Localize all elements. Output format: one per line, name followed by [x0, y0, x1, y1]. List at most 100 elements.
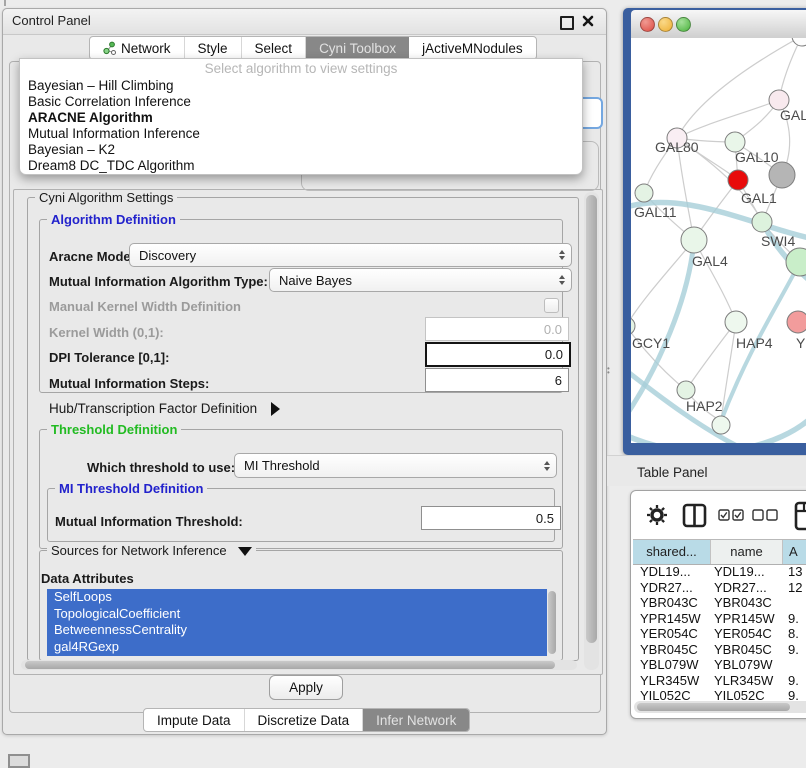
tab-jactivemnodules[interactable]: jActiveMNodules: [409, 37, 536, 59]
table-row[interactable]: YLR345WYLR345W9.: [633, 673, 806, 689]
table-hscroll-thumb[interactable]: [637, 703, 790, 711]
node-hap4[interactable]: [725, 311, 747, 333]
kernel-width-label: Kernel Width (0,1):: [49, 325, 164, 340]
node-bottom-partial[interactable]: [712, 416, 730, 434]
tab-select[interactable]: Select: [242, 37, 307, 59]
aracne-mode-combo[interactable]: Discovery: [129, 243, 572, 267]
node-swi4[interactable]: [752, 212, 772, 232]
combo-stepper-icon: [544, 454, 550, 477]
control-panel-tabbar: Network Style Select Cyni Toolbox jActiv…: [89, 36, 537, 60]
algorithm-definition-title: Algorithm Definition: [47, 212, 180, 227]
attribute-item[interactable]: TopologicalCoefficient: [47, 606, 547, 623]
manual-kernel-checkbox[interactable]: [544, 298, 559, 313]
table-row[interactable]: YBL079WYBL079W: [633, 657, 806, 673]
table-settings-gear-icon[interactable]: [646, 504, 668, 529]
mi-type-label: Mutual Information Algorithm Type:: [49, 274, 268, 289]
float-window-icon[interactable]: [560, 16, 574, 30]
deselect-all-checkboxes-icon[interactable]: [752, 509, 778, 525]
tab-discretize-label: Discretize Data: [258, 713, 350, 728]
bottom-tabbar: Impute Data Discretize Data Infer Networ…: [143, 708, 470, 732]
table-mode-icon-partial[interactable]: [794, 501, 806, 534]
mi-steps-field[interactable]: 6: [425, 368, 569, 392]
mi-type-combo[interactable]: Naive Bayes: [269, 268, 572, 292]
tab-style[interactable]: Style: [185, 37, 242, 59]
table-row[interactable]: YDR27...YDR27...12: [633, 580, 806, 596]
close-window-icon[interactable]: [582, 15, 594, 27]
node-gal11[interactable]: [635, 184, 653, 202]
table-panel-titlebar[interactable]: Table Panel: [607, 455, 806, 486]
select-all-checkboxes-icon[interactable]: [718, 509, 744, 525]
hub-definition-label: Hub/Transcription Factor Definition: [49, 401, 257, 416]
split-columns-icon[interactable]: [682, 503, 707, 531]
column-header-name[interactable]: name: [711, 540, 783, 564]
column-header-partial[interactable]: A: [783, 540, 806, 564]
node-salmon[interactable]: [787, 311, 806, 333]
mi-threshold-label: Mutual Information Threshold:: [55, 514, 243, 529]
node-gal1-red[interactable]: [728, 170, 748, 190]
column-header-shared-name[interactable]: shared...: [633, 540, 711, 564]
control-panel-titlebar[interactable]: Control Panel: [3, 9, 606, 35]
dropdown-item[interactable]: Dream8 DC_TDC Algorithm: [20, 158, 582, 174]
which-threshold-combo[interactable]: MI Threshold: [234, 453, 557, 478]
aracne-mode-label: Aracne Mode:: [49, 249, 135, 264]
table-row[interactable]: YBR045CYBR045C9.: [633, 642, 806, 658]
collapse-down-icon: [238, 547, 252, 556]
tab-impute-label: Impute Data: [157, 713, 231, 728]
node-hap2[interactable]: [677, 381, 695, 399]
minimized-panel-icon[interactable]: [8, 754, 30, 768]
sources-group-title[interactable]: Sources for Network Inference: [47, 543, 256, 558]
tab-impute-data[interactable]: Impute Data: [144, 709, 245, 731]
tab-infer-network[interactable]: Infer Network: [363, 709, 469, 731]
zoom-traffic-light-icon[interactable]: [676, 17, 691, 32]
network-canvas[interactable]: GAL GAL80 GAL10 GAL1 GAL11 SWI4 GAL4 GCY…: [631, 38, 806, 443]
dpi-tolerance-field[interactable]: 0.0: [425, 342, 571, 367]
table-row[interactable]: YER054CYER054C8.: [633, 626, 806, 642]
table-row[interactable]: YIL052CYIL052C9.: [633, 688, 806, 700]
node-top-partial[interactable]: [792, 38, 806, 46]
attribute-item[interactable]: SelfLoops: [47, 589, 547, 606]
tab-cyni-toolbox[interactable]: Cyni Toolbox: [306, 37, 409, 59]
table-row[interactable]: YPR145WYPR145W9.: [633, 611, 806, 627]
node-gal4[interactable]: [681, 227, 707, 253]
node-label: HAP2: [686, 398, 723, 414]
table-header-row: shared... name A: [633, 539, 806, 565]
table-row[interactable]: YDL19...YDL19...13: [633, 564, 806, 580]
dropdown-item[interactable]: Basic Correlation Inference: [20, 94, 582, 110]
desktop: { "window": { "title": "Control Panel" }…: [0, 0, 806, 762]
node-label: GAL: [780, 107, 806, 123]
tab-select-label: Select: [255, 41, 293, 56]
mi-threshold-group-title: MI Threshold Definition: [55, 481, 207, 496]
node-gray[interactable]: [769, 162, 795, 188]
dropdown-item-selected[interactable]: ARACNE Algorithm: [20, 110, 582, 126]
kernel-width-field[interactable]: 0.0: [425, 317, 569, 341]
combo-stepper-icon: [559, 244, 565, 266]
attribute-item[interactable]: BetweennessCentrality: [47, 622, 547, 639]
settings-hscroll-thumb[interactable]: [25, 661, 555, 669]
table-panel-title: Table Panel: [637, 465, 708, 480]
data-attributes-label: Data Attributes: [41, 571, 134, 586]
dpi-tolerance-label: DPI Tolerance [0,1]:: [49, 350, 169, 365]
dropdown-item[interactable]: Bayesian – Hill Climbing: [20, 78, 582, 94]
network-window-titlebar[interactable]: [631, 10, 806, 39]
table-rows: YDL19...YDL19...13 YDR27...YDR27...12 YB…: [633, 564, 806, 700]
settings-vscroll-thumb[interactable]: [586, 195, 597, 643]
tab-network[interactable]: Network: [90, 37, 185, 59]
tab-network-label: Network: [121, 41, 171, 56]
apply-button[interactable]: Apply: [269, 675, 343, 700]
minimize-traffic-light-icon[interactable]: [658, 17, 673, 32]
panel-splitter-handle[interactable]: ••: [607, 367, 612, 375]
network-icon: [103, 41, 116, 55]
node-gcy1[interactable]: [631, 317, 635, 335]
attributes-list-scrollbar[interactable]: [548, 591, 556, 654]
mi-threshold-field[interactable]: 0.5: [421, 506, 561, 530]
hub-definition-expander[interactable]: Hub/Transcription Factor Definition: [49, 401, 280, 416]
close-traffic-light-icon[interactable]: [640, 17, 655, 32]
node-label: GAL1: [741, 190, 777, 206]
tab-discretize-data[interactable]: Discretize Data: [245, 709, 364, 731]
aracne-mode-value: Discovery: [139, 248, 196, 263]
dropdown-item[interactable]: Mutual Information Inference: [20, 126, 582, 142]
table-row[interactable]: YBR043CYBR043C: [633, 595, 806, 611]
attribute-item[interactable]: gal4RGexp: [47, 639, 547, 656]
dropdown-item[interactable]: Bayesian – K2: [20, 142, 582, 158]
node-label: HAP4: [736, 335, 773, 351]
